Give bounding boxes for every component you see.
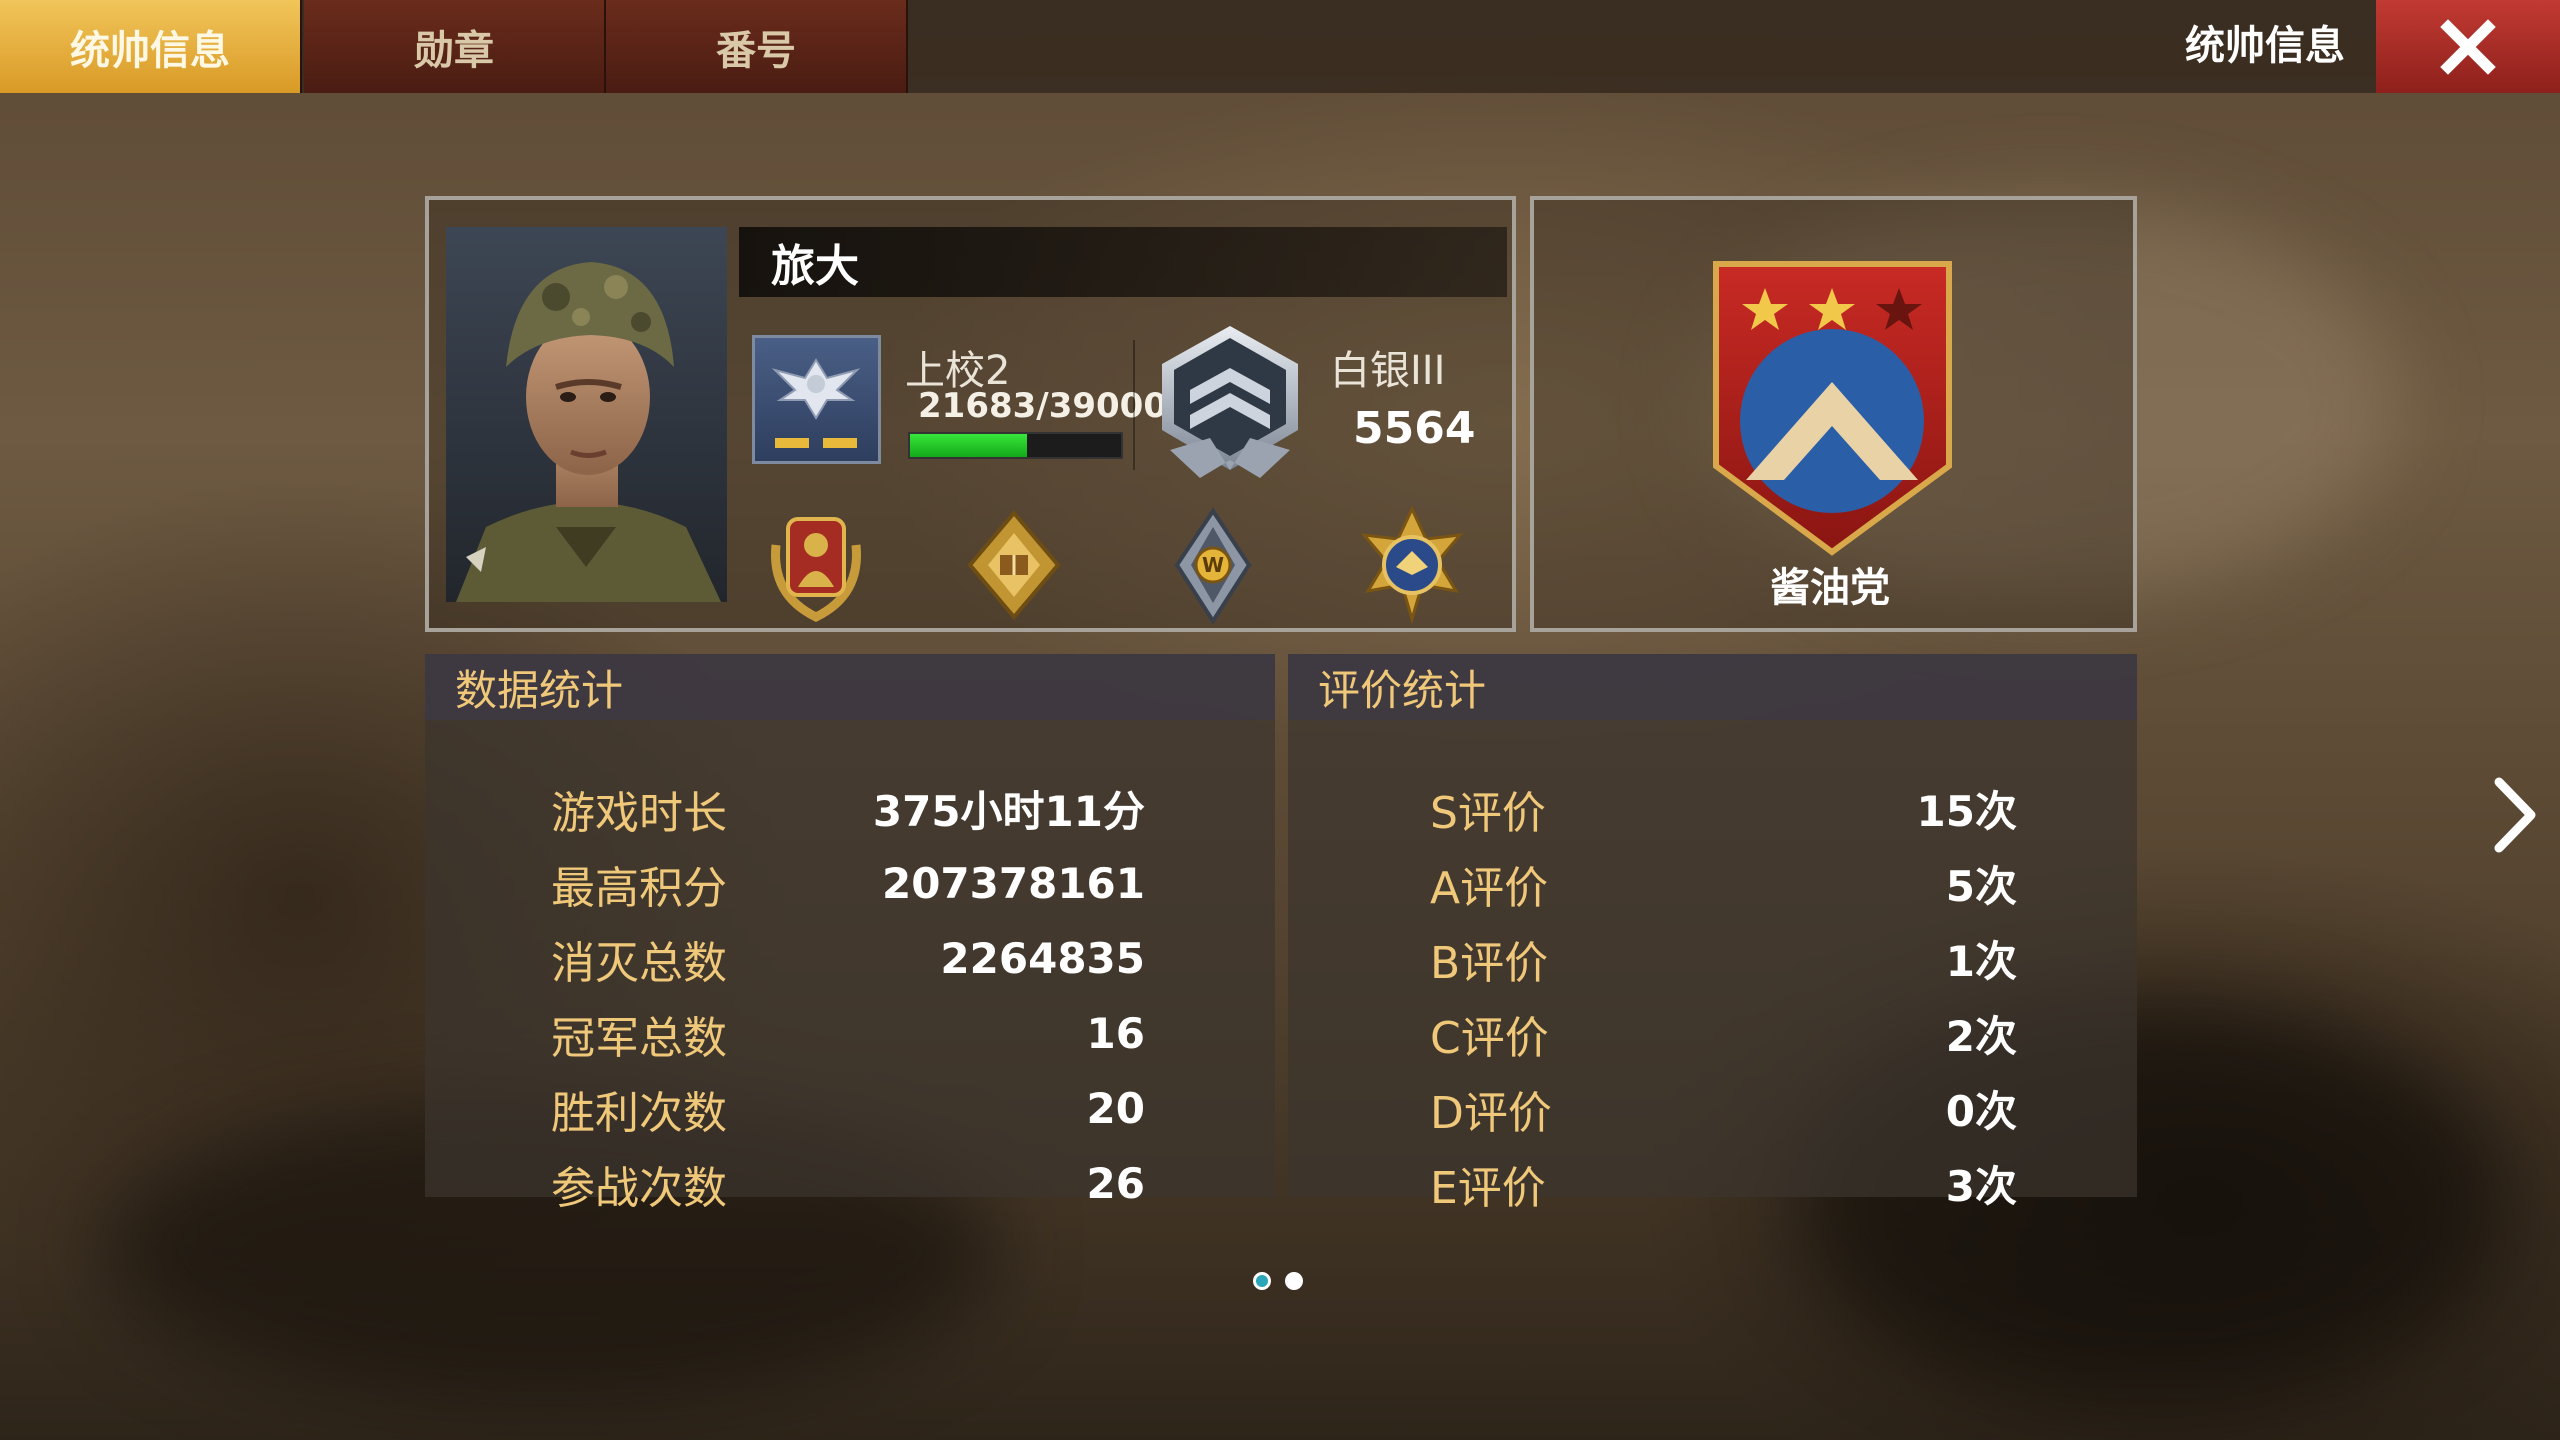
stat-value: 2264835: [940, 934, 1145, 983]
league-score: 5564: [1353, 403, 1476, 454]
page-dot-2[interactable]: [1285, 1272, 1303, 1290]
rating-stats-panel: 评价统计 S评价 15次 A评价 5次 B评价 1次 C评价 2次 D评价 0次…: [1288, 654, 2137, 1214]
rating-value: 1次: [1945, 937, 2017, 986]
divider: [1133, 340, 1135, 470]
rating-value: 2次: [1945, 1012, 2017, 1061]
stat-label: 冠军总数: [551, 1012, 727, 1064]
rating-label: S评价: [1430, 787, 1546, 839]
rank-exp-bar: [908, 432, 1123, 459]
eagle-star-medal-icon[interactable]: [1352, 505, 1472, 625]
data-stats-header: 数据统计: [425, 654, 1275, 720]
stat-value: 375小时11分: [872, 787, 1145, 836]
rating-row: A评价 5次: [1288, 846, 2137, 921]
top-tab-bar: 统帅信息 勋章 番号 统帅信息: [0, 0, 2560, 93]
next-page-button[interactable]: [2485, 770, 2545, 860]
clan-name: 酱油党: [1770, 565, 1890, 611]
data-stats-panel: 数据统计 游戏时长 375小时11分 最高积分 207378161 消灭总数 2…: [425, 654, 1275, 1214]
rating-value: 5次: [1945, 862, 2017, 911]
clan-emblem-icon: [1710, 258, 1955, 558]
stat-label: 胜利次数: [551, 1087, 727, 1139]
close-x-icon: [2440, 18, 2496, 75]
data-stats-title: 数据统计: [455, 665, 624, 715]
rating-row: E评价 3次: [1288, 1146, 2137, 1221]
silver-league-chevron-icon: [1150, 320, 1310, 480]
rank-exp-text: 21683/39000: [918, 386, 1167, 426]
rating-label: D评价: [1430, 1087, 1552, 1139]
commander-name-bar: 旅大: [739, 227, 1507, 297]
stat-label: 最高积分: [551, 862, 727, 914]
rating-stats-title: 评价统计: [1318, 665, 1487, 715]
book-diamond-medal-icon[interactable]: [954, 505, 1074, 625]
tab-commander-info[interactable]: 统帅信息: [0, 0, 302, 93]
stat-label: 游戏时长: [551, 787, 727, 839]
stat-row: 最高积分 207378161: [425, 846, 1275, 921]
tab-medals[interactable]: 勋章: [304, 0, 606, 93]
stat-label: 消灭总数: [551, 937, 727, 989]
commander-name: 旅大: [771, 241, 859, 292]
w-diamond-medal-icon[interactable]: W: [1153, 505, 1273, 625]
rating-row: B评价 1次: [1288, 921, 2137, 996]
tab-unit-number[interactable]: 番号: [606, 0, 908, 93]
stat-value: 26: [1086, 1159, 1145, 1208]
page-title: 统帅信息: [2185, 22, 2345, 69]
rating-row: C评价 2次: [1288, 996, 2137, 1071]
stat-row: 冠军总数 16: [425, 996, 1275, 1071]
rank-eagle-icon: [752, 335, 881, 464]
stat-value: 20: [1086, 1084, 1145, 1133]
stat-row: 消灭总数 2264835: [425, 921, 1275, 996]
rating-row: D评价 0次: [1288, 1071, 2137, 1146]
close-button[interactable]: [2376, 0, 2560, 93]
stat-label: 参战次数: [551, 1162, 727, 1214]
stat-row: 胜利次数 20: [425, 1071, 1275, 1146]
stat-value: 16: [1086, 1009, 1145, 1058]
infantry-wreath-medal-icon[interactable]: [756, 505, 876, 625]
rating-value: 15次: [1916, 787, 2017, 836]
league-name: 白银III: [1330, 348, 1446, 394]
stat-row: 游戏时长 375小时11分: [425, 771, 1275, 846]
commander-portrait: [446, 227, 727, 602]
rating-row: S评价 15次: [1288, 771, 2137, 846]
rating-stats-header: 评价统计: [1288, 654, 2137, 720]
rating-label: B评价: [1430, 937, 1549, 989]
stat-row: 参战次数 26: [425, 1146, 1275, 1221]
rating-value: 3次: [1945, 1162, 2017, 1211]
rank-exp-fill: [910, 434, 1028, 457]
rating-label: E评价: [1430, 1162, 1546, 1214]
svg-text:W: W: [1202, 553, 1224, 577]
chevron-right-icon: [2494, 777, 2536, 853]
rating-value: 0次: [1945, 1087, 2017, 1136]
page-dot-1[interactable]: [1253, 1272, 1271, 1290]
rating-label: A评价: [1430, 862, 1549, 914]
rating-label: C评价: [1430, 1012, 1549, 1064]
stat-value: 207378161: [881, 859, 1145, 908]
